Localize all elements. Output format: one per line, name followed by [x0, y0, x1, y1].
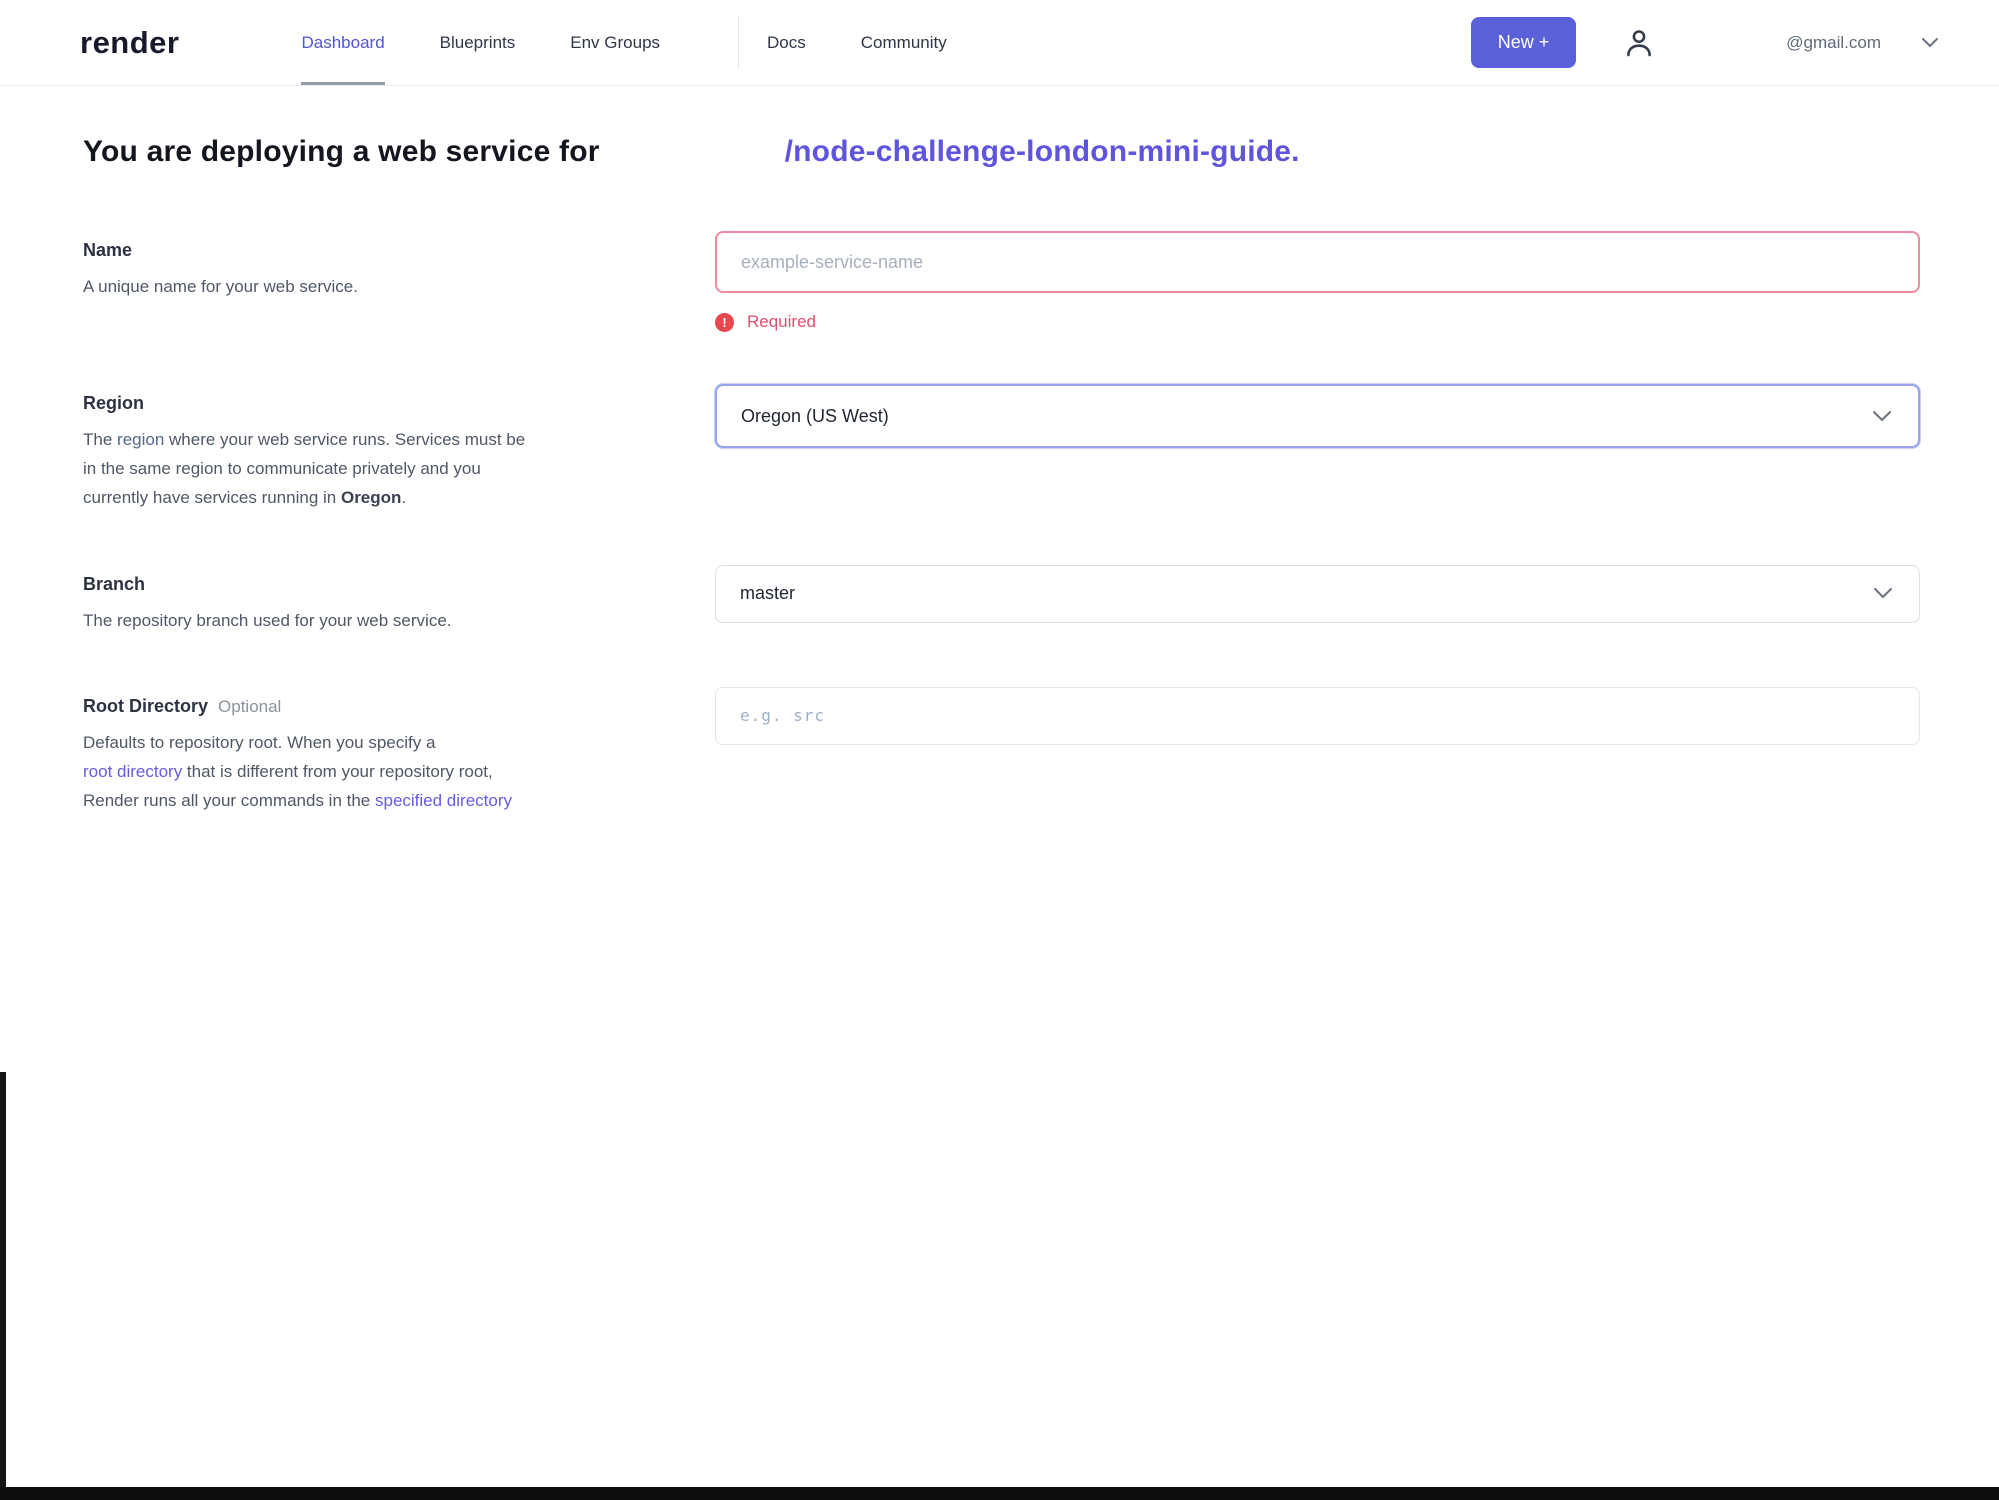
region-desc-text: in the same region to communicate privat…	[83, 459, 481, 479]
region-field-col: Oregon (US West)	[715, 384, 1920, 513]
root-directory-doc-link[interactable]: root directory	[83, 762, 182, 781]
render-logo[interactable]: render	[80, 25, 179, 61]
region-info: Region The region where your web service…	[83, 384, 661, 513]
root-directory-label-text: Root Directory	[83, 695, 209, 716]
region-doc-link[interactable]: region	[117, 430, 164, 449]
service-name-input[interactable]	[715, 231, 1920, 293]
page-title: You are deploying a web service for/node…	[83, 135, 1920, 169]
deploy-form-page: You are deploying a web service for/node…	[0, 86, 1999, 816]
nav-divider	[738, 15, 740, 70]
nav-dashboard[interactable]: Dashboard	[301, 0, 385, 85]
root-directory-description: Defaults to repository root. When you sp…	[83, 728, 661, 816]
form-row-branch: Branch The repository branch used for yo…	[83, 564, 1920, 635]
screen-left-edge-bar	[0, 1072, 6, 1488]
account-menu[interactable]: @gmail.com	[1786, 33, 1939, 53]
root-directory-info: Root Directory Optional Defaults to repos…	[83, 687, 661, 816]
root-desc-text: that is different from your repository r…	[182, 762, 493, 782]
screen-bottom-edge-bar	[0, 1487, 1999, 1500]
form-row-name: Name A unique name for your web service.…	[83, 231, 1920, 332]
name-description: A unique name for your web service.	[83, 277, 358, 296]
form-row-region: Region The region where your web service…	[83, 384, 1920, 513]
region-desc-text: .	[401, 488, 407, 508]
chevron-down-icon	[1921, 37, 1939, 48]
header-right: New + @gmail.com	[1470, 17, 1939, 68]
repo-link[interactable]: /node-challenge-london-mini-guide.	[785, 135, 1300, 168]
branch-info: Branch The repository branch used for yo…	[83, 565, 661, 635]
branch-select[interactable]: master	[715, 564, 1920, 623]
page-title-text: You are deploying a web service for	[83, 135, 600, 168]
root-directory-field-col	[715, 686, 1920, 816]
region-current: Oregon	[340, 488, 402, 508]
nav-env-groups[interactable]: Env Groups	[570, 0, 660, 85]
chevron-down-icon	[1873, 583, 1893, 604]
region-select[interactable]: Oregon (US West)	[715, 384, 1920, 448]
name-label: Name	[83, 240, 133, 260]
name-error: ! Required	[715, 312, 1920, 332]
region-description: The region where your web service runs. …	[83, 425, 661, 513]
root-desc-text: Defaults to repository root. When you sp…	[83, 732, 436, 752]
root-desc-text: Render runs all your commands in the	[83, 791, 375, 811]
specified-directory-doc-link[interactable]: specified directory	[375, 791, 512, 810]
new-button[interactable]: New +	[1470, 17, 1577, 68]
nav-docs[interactable]: Docs	[767, 0, 806, 85]
branch-description: The repository branch used for your web …	[83, 610, 452, 630]
branch-label: Branch	[83, 573, 146, 594]
root-directory-input[interactable]	[715, 686, 1920, 745]
region-selected-value: Oregon (US West)	[741, 405, 889, 426]
branch-field-col: master	[715, 564, 1920, 635]
deploy-form: Name A unique name for your web service.…	[83, 231, 1920, 816]
primary-nav: Dashboard Blueprints Env Groups Docs Com…	[301, 0, 947, 85]
nav-community[interactable]: Community	[861, 0, 947, 85]
nav-blueprints[interactable]: Blueprints	[440, 0, 516, 85]
region-label: Region	[83, 393, 144, 413]
form-row-root-directory: Root Directory Optional Defaults to repos…	[83, 686, 1920, 816]
root-directory-label: Root Directory Optional	[83, 696, 661, 717]
chevron-down-icon	[1872, 406, 1892, 427]
region-desc-text: where your web service runs. Services mu…	[164, 430, 526, 449]
user-icon[interactable]	[1620, 24, 1658, 62]
branch-selected-value: master	[740, 583, 796, 604]
optional-tag: Optional	[218, 696, 282, 716]
region-desc-text: The	[83, 430, 118, 449]
name-error-text: Required	[747, 312, 816, 331]
region-desc-text: currently have services running in	[83, 488, 341, 508]
name-field-col: ! Required	[715, 231, 1920, 332]
name-info: Name A unique name for your web service.	[83, 231, 661, 332]
error-alert-icon: !	[715, 312, 734, 332]
top-nav: render Dashboard Blueprints Env Groups D…	[0, 0, 1999, 86]
account-email: @gmail.com	[1786, 32, 1881, 52]
